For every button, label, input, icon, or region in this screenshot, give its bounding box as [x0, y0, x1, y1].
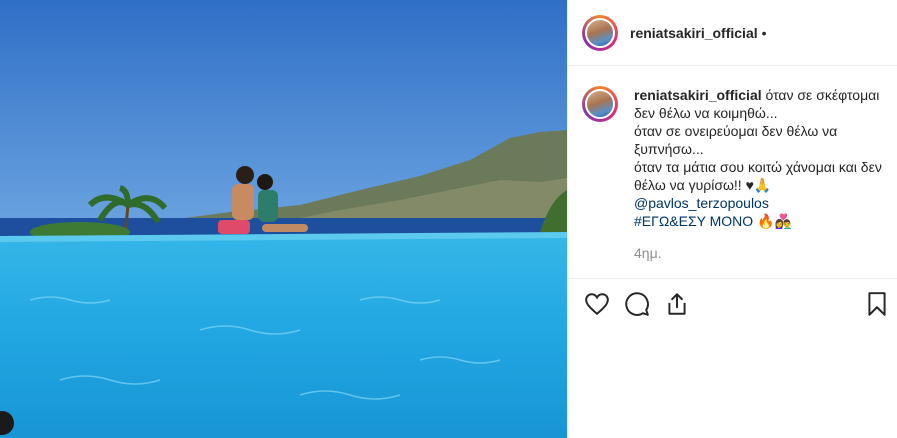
header-dot: • [761, 24, 767, 41]
caption-username[interactable]: reniatsakiri_official [634, 87, 762, 103]
hashtag-link[interactable]: #ΕΓΩ&ΕΣΥ ΜΟΝΟ 🔥👩‍❤️‍👨 [634, 212, 884, 230]
heart-icon[interactable] [584, 291, 610, 317]
post-sidebar: reniatsakiri_official • reniatsakiri_off… [567, 0, 897, 438]
caption-line-2: όταν σε ονειρεύομαι δεν θέλω να ξυπνήσω.… [634, 123, 838, 157]
share-icon[interactable] [664, 291, 690, 317]
caption-text: reniatsakiri_official όταν σε σκέφτομαι … [634, 86, 884, 262]
caption-avatar[interactable] [582, 86, 618, 122]
avatar[interactable] [582, 14, 618, 51]
action-bar [568, 278, 897, 328]
pool-sea-photo [0, 0, 567, 438]
comment-icon[interactable] [624, 291, 650, 317]
header-username[interactable]: reniatsakiri_official [630, 25, 758, 41]
caption-comment: reniatsakiri_official όταν σε σκέφτομαι … [568, 66, 897, 262]
post-photo[interactable] [0, 0, 567, 438]
bookmark-icon[interactable] [864, 291, 890, 317]
caption-line-3: όταν τα μάτια σου κοιτώ χάνομαι και δεν … [634, 159, 882, 193]
post-timestamp: 4ημ. [634, 245, 662, 261]
mention-link[interactable]: @pavlos_terzopoulos [634, 194, 884, 212]
post-header: reniatsakiri_official • [568, 0, 897, 66]
